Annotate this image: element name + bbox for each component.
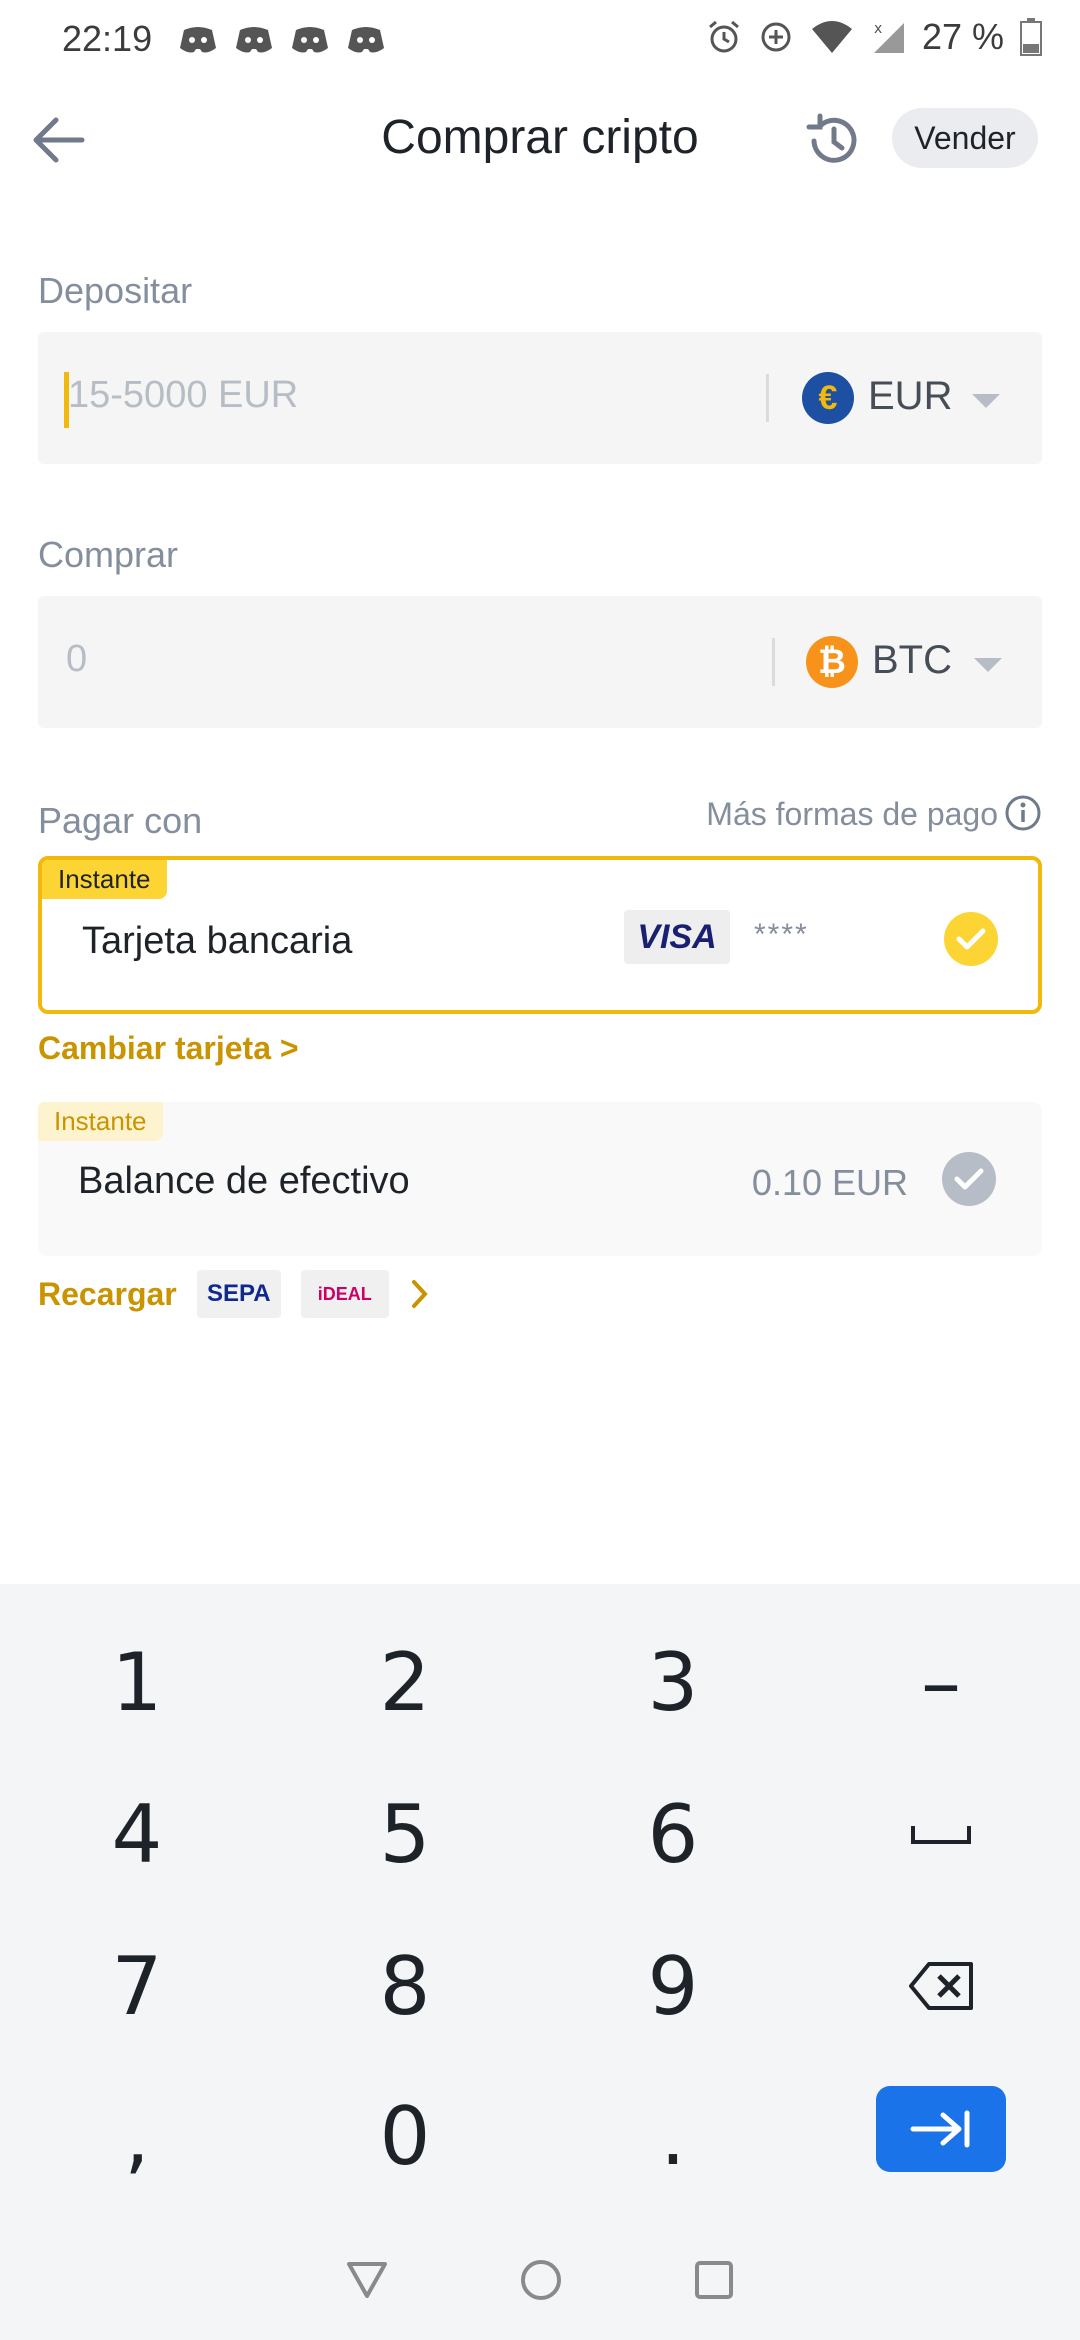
chevron-down-icon[interactable] <box>974 658 1002 672</box>
visa-logo: VISA <box>624 910 730 964</box>
btc-coin-icon: ₿ <box>806 636 858 688</box>
backspace-icon <box>909 1962 973 2010</box>
notification-icons <box>178 24 386 56</box>
next-key[interactable] <box>876 2086 1006 2172</box>
nav-back-icon[interactable] <box>345 2260 389 2300</box>
instant-badge: Instante <box>42 860 167 899</box>
buy-label: Comprar <box>38 534 179 575</box>
chevron-down-icon[interactable] <box>972 394 1000 408</box>
key-4[interactable]: 4 <box>2 1758 272 1910</box>
key-6[interactable]: 6 <box>538 1758 808 1910</box>
check-unselected-icon <box>942 1152 996 1206</box>
payment-option-title: Tarjeta bancaria <box>82 920 353 962</box>
deposit-field[interactable]: 15-5000 EUR € EUR <box>38 332 1042 464</box>
alarm-icon <box>708 20 739 53</box>
key-7[interactable]: 7 <box>2 1910 272 2062</box>
space-icon <box>911 1826 971 1844</box>
ideal-logo: iDEAL <box>300 1270 389 1318</box>
key-9[interactable]: 9 <box>538 1910 808 2062</box>
sepa-logo: SEPA <box>196 1270 281 1318</box>
field-divider <box>772 638 775 686</box>
nav-recents-icon[interactable] <box>693 2259 735 2301</box>
data-saver-icon <box>761 22 791 52</box>
payment-option-cash-balance[interactable]: Instante Balance de efectivo 0.10 EUR <box>38 1102 1042 1256</box>
recharge-link[interactable]: Recargar <box>38 1276 177 1313</box>
key-2[interactable]: 2 <box>270 1606 540 1758</box>
system-nav-bar <box>0 2220 1080 2340</box>
recharge-row[interactable]: Recargar SEPA iDEAL <box>38 1270 431 1318</box>
payment-option-title: Balance de efectivo <box>78 1160 410 1202</box>
discord-icon <box>236 27 272 53</box>
key-minus[interactable]: – <box>806 1606 1076 1758</box>
discord-icon <box>180 27 216 53</box>
more-payment-methods-link[interactable]: Más formas de pago <box>706 796 998 833</box>
deposit-input[interactable]: 15-5000 EUR <box>68 374 298 417</box>
deposit-label: Depositar <box>38 270 193 311</box>
payment-option-bank-card[interactable]: Instante Tarjeta bancaria VISA **** <box>38 856 1042 1014</box>
key-0[interactable]: 0 <box>270 2060 540 2212</box>
battery-icon <box>1020 18 1042 56</box>
buy-currency[interactable]: BTC <box>872 638 952 683</box>
sell-button[interactable]: Vender <box>892 108 1038 168</box>
order-history-button[interactable] <box>802 110 864 172</box>
key-comma[interactable]: , <box>2 2060 272 2212</box>
discord-icon <box>292 27 328 53</box>
change-card-link[interactable]: Cambiar tarjeta > <box>38 1030 299 1067</box>
masked-card-number: **** <box>754 918 809 951</box>
pay-with-label: Pagar con <box>38 800 203 841</box>
info-icon[interactable] <box>1004 794 1042 832</box>
status-right: x 27 % <box>706 16 1042 58</box>
instant-badge: Instante <box>38 1102 163 1141</box>
buy-field[interactable]: 0 ₿ BTC <box>38 596 1042 728</box>
buy-input[interactable]: 0 <box>66 638 87 681</box>
cash-balance-value: 0.10 EUR <box>751 1162 908 1203</box>
key-5[interactable]: 5 <box>270 1758 540 1910</box>
discord-icon <box>348 27 384 53</box>
key-period[interactable]: . <box>538 2060 808 2212</box>
key-space[interactable] <box>806 1758 1076 1910</box>
check-selected-icon <box>944 912 998 966</box>
deposit-currency[interactable]: EUR <box>868 374 952 419</box>
key-8[interactable]: 8 <box>270 1910 540 2062</box>
nav-home-icon[interactable] <box>519 2258 563 2302</box>
field-divider <box>766 374 769 422</box>
eur-coin-icon: € <box>802 372 854 424</box>
tab-arrow-icon <box>910 2110 970 2148</box>
key-3[interactable]: 3 <box>538 1606 808 1758</box>
chevron-right-icon[interactable] <box>409 1277 431 1311</box>
key-1[interactable]: 1 <box>2 1606 272 1758</box>
svg-text:x: x <box>874 21 882 37</box>
wifi-icon <box>811 21 852 53</box>
signal-icon: x <box>873 21 904 53</box>
history-icon <box>806 113 857 163</box>
status-time: 22:19 <box>62 18 153 59</box>
battery-percent: 27 % <box>921 16 1004 57</box>
key-backspace[interactable] <box>806 1910 1076 2062</box>
